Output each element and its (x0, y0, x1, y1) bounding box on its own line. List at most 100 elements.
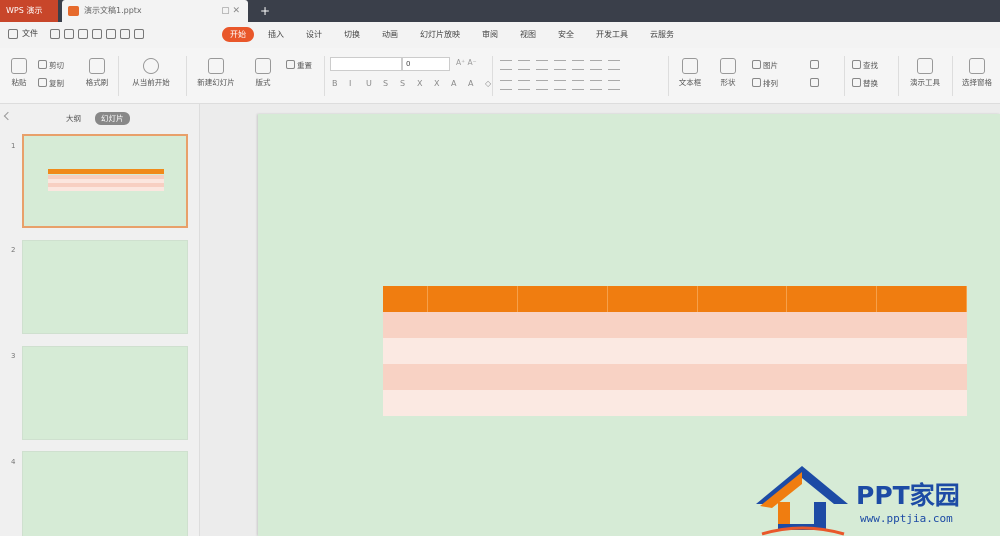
tab-transitions[interactable]: 切换 (336, 27, 368, 42)
tab-cloud[interactable]: 云服务 (642, 27, 682, 42)
table-cell[interactable] (697, 312, 787, 338)
table-cell[interactable] (876, 364, 967, 390)
table-cell[interactable] (383, 286, 429, 312)
app-tab[interactable]: WPS 演示 (0, 0, 58, 22)
new-tab-button[interactable]: + (258, 0, 272, 22)
fill-button[interactable] (810, 60, 821, 70)
outline-button[interactable] (810, 78, 821, 88)
tab-design[interactable]: 设计 (298, 27, 330, 42)
slide-thumbnail-2[interactable] (22, 240, 188, 334)
table-cell[interactable] (876, 390, 967, 416)
table-cell[interactable] (786, 390, 877, 416)
font-size-select[interactable]: 0 (402, 57, 450, 71)
shadow-icon[interactable]: S (400, 79, 408, 89)
table-cell[interactable] (876, 286, 967, 312)
select-pane-button[interactable]: 选择窗格 (956, 58, 998, 88)
table-cell[interactable] (607, 364, 698, 390)
grow-font-icon[interactable]: A⁺ A⁻ (456, 58, 477, 67)
table-cell[interactable] (383, 338, 428, 364)
format-painter-button[interactable]: 格式刷 (82, 58, 112, 88)
tab-slides[interactable]: 幻灯片 (95, 112, 130, 125)
file-menu[interactable]: 文件 (22, 28, 38, 39)
table-cell[interactable] (383, 364, 428, 390)
save-icon[interactable] (78, 28, 88, 39)
tab-controls-icon[interactable]: ▢ ✕ (221, 0, 240, 22)
table-cell[interactable] (607, 312, 698, 338)
layout-button[interactable]: 版式 (250, 58, 276, 88)
slide-thumbnail-4[interactable] (22, 451, 188, 536)
font-name-select[interactable] (330, 57, 402, 71)
menu-icon[interactable] (8, 28, 18, 39)
table-cell[interactable] (427, 364, 518, 390)
table-cell[interactable] (427, 390, 518, 416)
table-cell[interactable] (607, 390, 698, 416)
tab-outline[interactable]: 大纲 (60, 112, 87, 125)
tab-slideshow[interactable]: 幻灯片放映 (412, 27, 468, 42)
find-button[interactable]: 查找 (852, 60, 878, 71)
document-tab[interactable]: 演示文稿1.pptx ▢ ✕ (62, 0, 248, 22)
paste-button[interactable]: 粘贴 (8, 58, 30, 88)
slide-table[interactable] (383, 286, 967, 416)
tab-insert[interactable]: 插入 (260, 27, 292, 42)
table-cell[interactable] (607, 338, 698, 364)
table-cell[interactable] (427, 312, 518, 338)
tab-animations[interactable]: 动画 (374, 27, 406, 42)
table-cell[interactable] (517, 286, 608, 312)
font-color-icon[interactable]: A (451, 79, 459, 89)
tab-security[interactable]: 安全 (550, 27, 582, 42)
table-cell[interactable] (607, 286, 698, 312)
smartart-icon[interactable] (608, 80, 620, 90)
subscript-icon[interactable]: X (434, 79, 442, 89)
highlight-icon[interactable]: A (468, 79, 476, 89)
table-cell[interactable] (786, 312, 877, 338)
table-cell[interactable] (876, 338, 967, 364)
from-current-button[interactable]: 从当前开始 (122, 58, 180, 88)
tab-view[interactable]: 视图 (512, 27, 544, 42)
table-cell[interactable] (697, 364, 787, 390)
copy-button[interactable]: 复制 (38, 78, 64, 89)
superscript-icon[interactable]: X (417, 79, 425, 89)
replace-button[interactable]: 替换 (852, 78, 878, 89)
columns-icon[interactable] (572, 60, 584, 70)
open-icon[interactable] (64, 28, 74, 39)
cut-button[interactable]: 剪切 (38, 60, 64, 71)
table-cell[interactable] (427, 338, 518, 364)
undo-icon[interactable] (120, 28, 130, 39)
increase-indent-icon[interactable] (554, 60, 566, 70)
align-right-icon[interactable] (536, 80, 548, 90)
bold-icon[interactable]: B (332, 79, 340, 89)
table-cell[interactable] (697, 390, 787, 416)
preview-icon[interactable] (106, 28, 116, 39)
table-cell[interactable] (786, 364, 877, 390)
arrange-button[interactable]: 排列 (752, 78, 778, 89)
table-cell[interactable] (786, 338, 877, 364)
slide-thumbnail-1[interactable] (22, 134, 188, 228)
print-icon[interactable] (92, 28, 102, 39)
table-cell[interactable] (517, 338, 608, 364)
table-cell[interactable] (697, 338, 787, 364)
reset-button[interactable]: 重置 (286, 60, 312, 71)
justify-icon[interactable] (554, 80, 566, 90)
align-text-icon[interactable] (590, 80, 602, 90)
text-direction-icon[interactable] (608, 60, 620, 70)
numbering-icon[interactable] (518, 60, 530, 70)
slide-thumbnail-3[interactable] (22, 346, 188, 440)
table-cell[interactable] (517, 312, 608, 338)
align-center-icon[interactable] (518, 80, 530, 90)
italic-icon[interactable]: I (349, 79, 357, 89)
tab-review[interactable]: 审阅 (474, 27, 506, 42)
line-spacing-icon[interactable] (590, 60, 602, 70)
collapse-panel-icon[interactable] (3, 111, 13, 121)
tab-developer[interactable]: 开发工具 (588, 27, 636, 42)
new-slide-button[interactable]: 新建幻灯片 (192, 58, 240, 88)
new-doc-icon[interactable] (50, 28, 60, 39)
bullets-icon[interactable] (500, 60, 512, 70)
table-cell[interactable] (786, 286, 878, 312)
underline-icon[interactable]: U (366, 79, 374, 89)
table-cell[interactable] (517, 390, 608, 416)
table-cell[interactable] (876, 312, 967, 338)
redo-icon[interactable] (134, 28, 144, 39)
strikethrough-icon[interactable]: S (383, 79, 391, 89)
table-cell[interactable] (517, 364, 608, 390)
decrease-indent-icon[interactable] (536, 60, 548, 70)
